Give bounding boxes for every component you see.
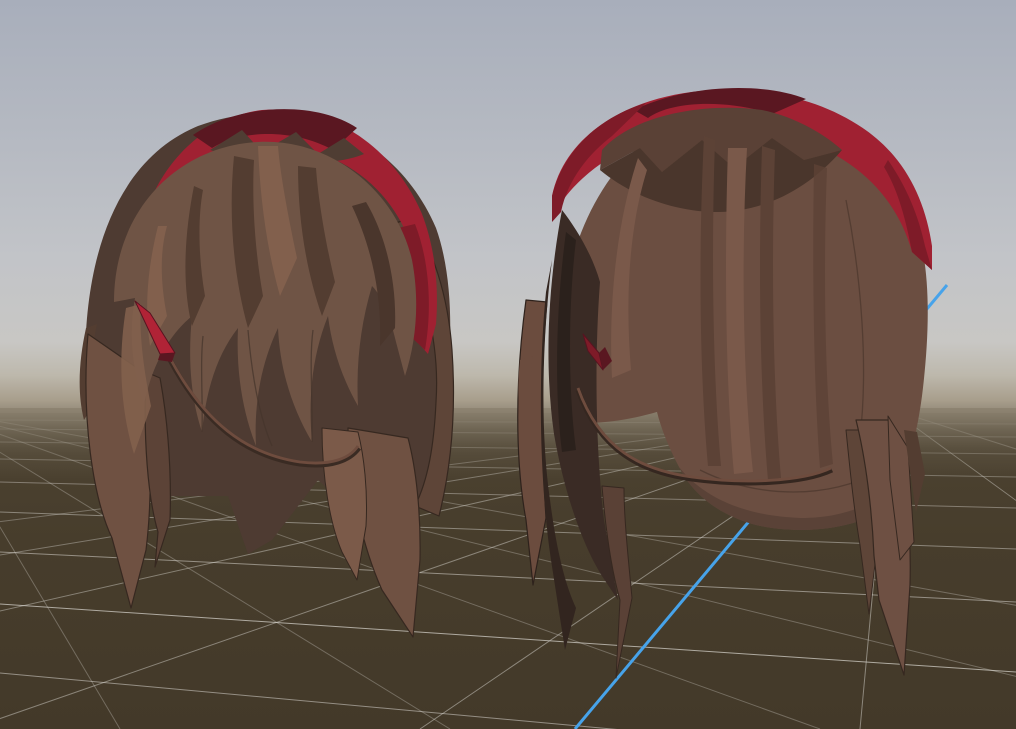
scene-svg	[0, 0, 1016, 729]
viewport-3d: 3D editor viewport showing two low-poly …	[0, 0, 1016, 729]
